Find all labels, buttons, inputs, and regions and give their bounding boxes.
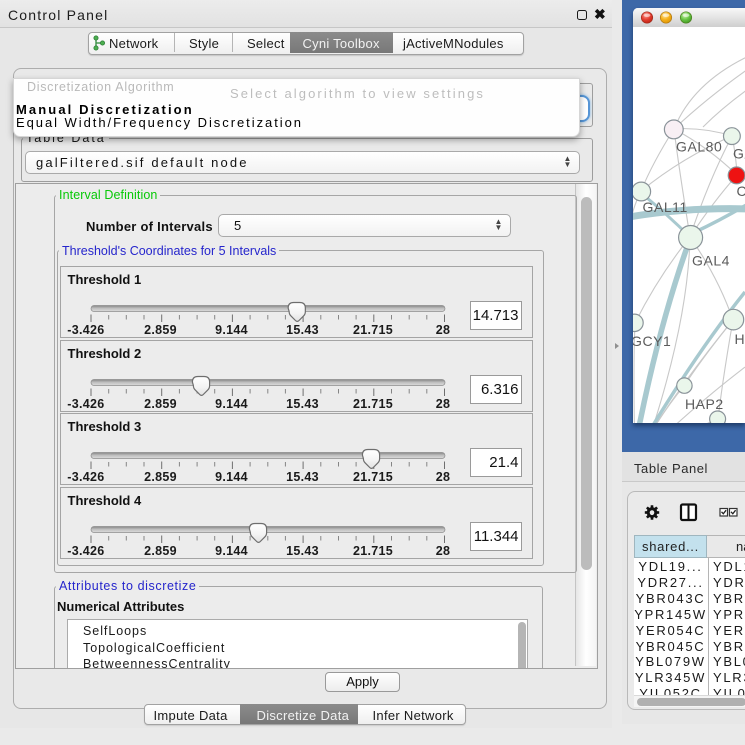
svg-text:2.859: 2.859 xyxy=(144,470,177,484)
svg-text:2.859: 2.859 xyxy=(144,323,177,337)
svg-text:GCY1: GCY1 xyxy=(633,333,671,349)
svg-text:H: H xyxy=(735,331,745,347)
svg-text:-3.426: -3.426 xyxy=(67,397,104,411)
svg-text:28: 28 xyxy=(435,397,450,411)
svg-text:GAL4: GAL4 xyxy=(692,253,730,269)
svg-text:-3.426: -3.426 xyxy=(67,470,104,484)
svg-text:21.715: 21.715 xyxy=(352,470,392,484)
svg-text:9.144: 9.144 xyxy=(215,323,248,337)
svg-text:28: 28 xyxy=(435,323,450,337)
svg-text:15.43: 15.43 xyxy=(286,397,319,411)
svg-text:HAP2: HAP2 xyxy=(685,396,724,412)
svg-text:GA: GA xyxy=(733,146,745,162)
svg-text:9.144: 9.144 xyxy=(215,544,248,558)
svg-text:GAL11: GAL11 xyxy=(643,199,688,215)
svg-text:C: C xyxy=(737,183,745,199)
svg-text:21.715: 21.715 xyxy=(352,397,392,411)
svg-text:21.715: 21.715 xyxy=(352,544,392,558)
svg-text:GAL80: GAL80 xyxy=(676,139,722,155)
svg-text:28: 28 xyxy=(435,470,450,484)
svg-text:-3.426: -3.426 xyxy=(67,323,104,337)
svg-text:21.715: 21.715 xyxy=(352,323,392,337)
svg-text:15.43: 15.43 xyxy=(286,544,319,558)
svg-text:9.144: 9.144 xyxy=(215,397,248,411)
svg-text:28: 28 xyxy=(435,544,450,558)
svg-text:15.43: 15.43 xyxy=(286,323,319,337)
svg-text:2.859: 2.859 xyxy=(144,397,177,411)
svg-text:15.43: 15.43 xyxy=(286,470,319,484)
svg-text:9.144: 9.144 xyxy=(215,470,248,484)
svg-text:2.859: 2.859 xyxy=(144,544,177,558)
svg-text:-3.426: -3.426 xyxy=(67,544,104,558)
